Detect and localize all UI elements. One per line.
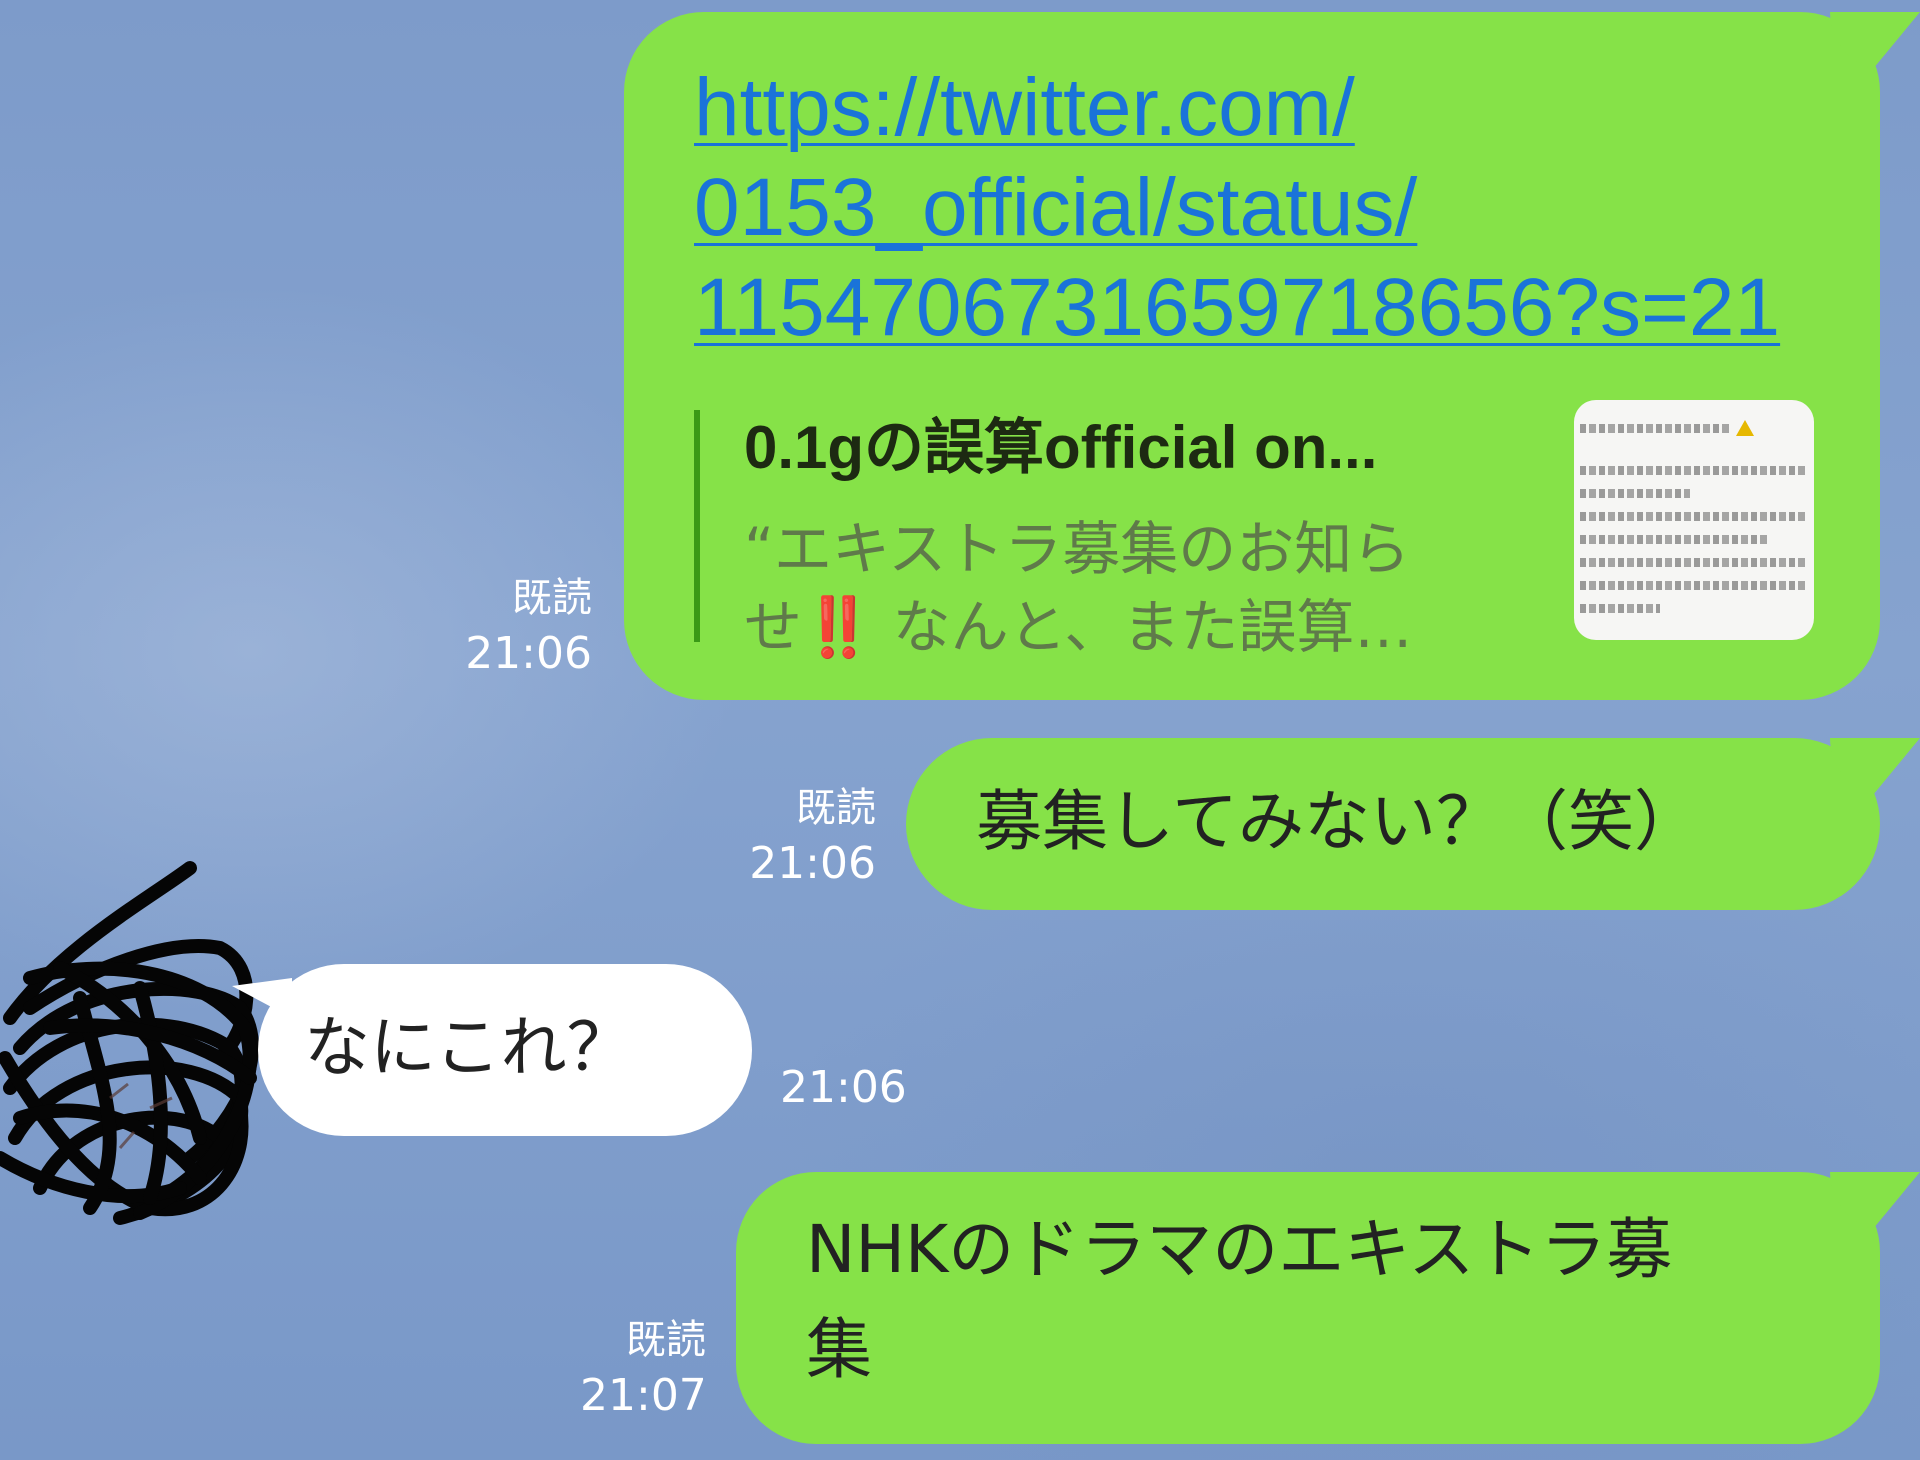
thumb-text-line	[1580, 581, 1806, 590]
link-line[interactable]: 1154706731659718656?s=21	[694, 258, 1844, 358]
read-receipt: 既読 21:06	[700, 780, 876, 892]
link-message-bubble[interactable]: https://twitter.com/ 0153_official/statu…	[624, 12, 1880, 700]
read-label: 既読	[512, 575, 592, 621]
message-bubble[interactable]: NHKのドラマのエキストラ募 集	[736, 1172, 1880, 1444]
thumb-text-line	[1580, 558, 1806, 567]
link-preview-card[interactable]: 0.1gの誤算official on... “エキストラ募集のお知ら せ‼️ な…	[694, 400, 1814, 661]
message-text: なにこれ？	[304, 1009, 633, 1086]
thumb-text-line	[1580, 466, 1806, 475]
message-text: NHKのドラマのエキストラ募 集	[806, 1200, 1672, 1400]
message-text-line: 集	[806, 1311, 872, 1388]
message-text-line: NHKのドラマのエキストラ募	[806, 1211, 1673, 1288]
link-line[interactable]: 0153_official/status/	[694, 158, 1844, 258]
preview-description: “エキストラ募集のお知ら せ‼️ なんと、また誤算…	[744, 510, 1464, 666]
message-timestamp: 21:06	[780, 1060, 910, 1116]
message-time: 21:06	[749, 838, 876, 889]
thumb-text-line	[1580, 604, 1660, 613]
warning-icon	[1736, 420, 1754, 436]
read-receipt: 既読 21:07	[580, 1312, 707, 1424]
link-line[interactable]: https://twitter.com/	[694, 58, 1844, 158]
message-time: 21:07	[580, 1370, 707, 1421]
read-label: 既読	[796, 785, 876, 831]
preview-desc-line: “エキストラ募集のお知ら	[744, 515, 1411, 583]
read-label: 既読	[626, 1317, 706, 1363]
message-time: 21:06	[465, 628, 592, 679]
preview-title: 0.1gの誤算official on...	[744, 414, 1378, 481]
read-receipt: 既読 21:06	[420, 570, 592, 682]
preview-thumbnail	[1574, 400, 1814, 640]
thumb-text-line	[1580, 512, 1806, 521]
message-text: 募集してみない？（笑）	[976, 783, 1701, 860]
thumb-text-line	[1580, 489, 1690, 498]
preview-desc-line: せ‼️ なんと、また誤算…	[744, 593, 1413, 661]
incoming-message-bubble[interactable]: なにこれ？	[258, 964, 752, 1136]
thumb-header	[1580, 420, 1808, 436]
message-link[interactable]: https://twitter.com/ 0153_official/statu…	[694, 58, 1844, 358]
thumb-text-line	[1580, 535, 1770, 544]
message-bubble[interactable]: 募集してみない？（笑）	[906, 738, 1880, 910]
scribbled-avatar	[0, 861, 259, 1225]
thumb-text-line	[1580, 423, 1730, 433]
message-time: 21:06	[780, 1062, 907, 1113]
preview-accent-bar	[694, 410, 700, 642]
